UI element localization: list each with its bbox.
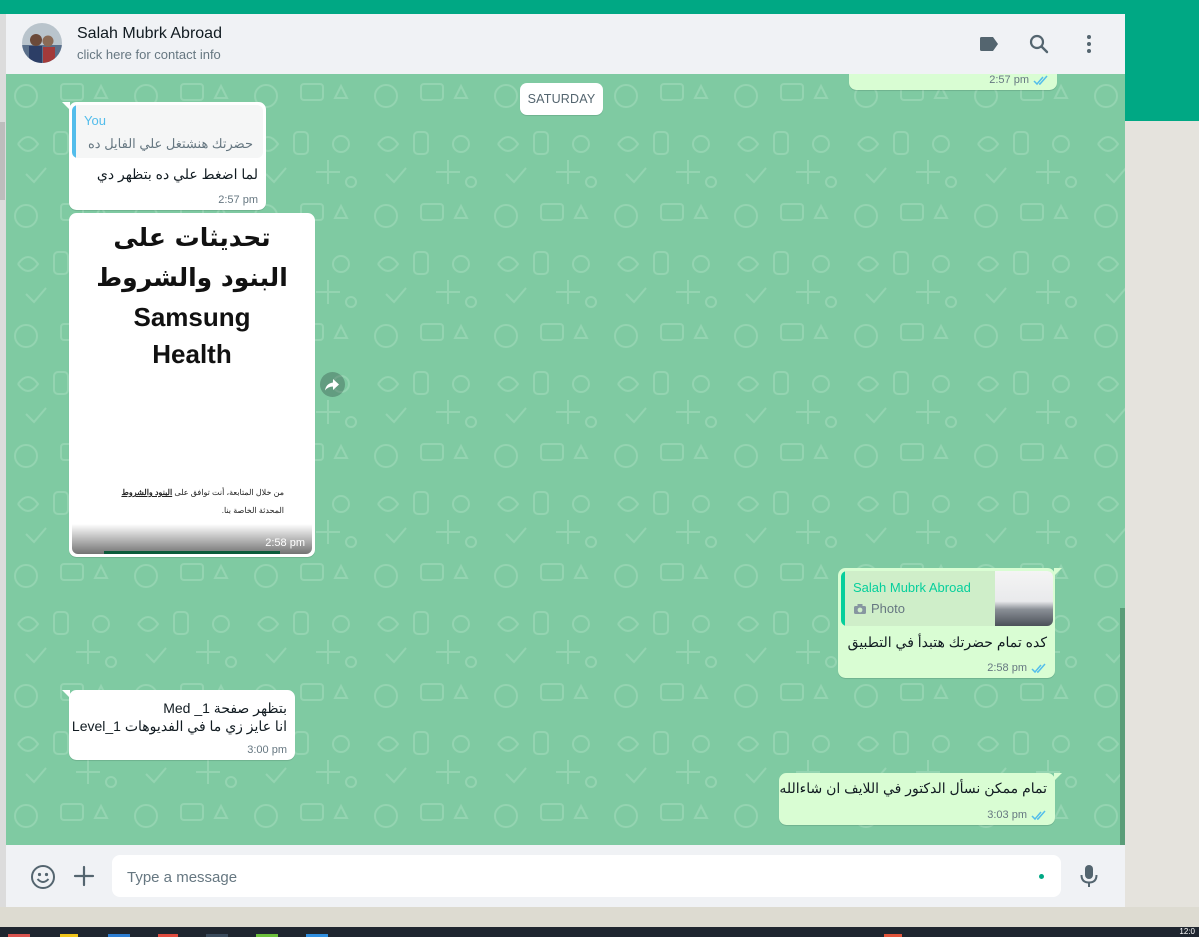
right-background-panel [1125, 121, 1199, 907]
message-outgoing-partial[interactable]: 2:57 pm [849, 74, 1057, 90]
message-meta: 2:58 pm [987, 662, 1047, 674]
message-list[interactable]: 2:57 pm SATURDAY You حضرتك هنشتغل علي ال… [6, 74, 1125, 845]
image-title-line: Samsung [133, 302, 251, 332]
status-dot [1039, 874, 1044, 879]
composer [6, 845, 1125, 907]
label-icon[interactable] [977, 32, 1001, 56]
image-small-text: المحدثة الخاصة بنا. [221, 506, 284, 515]
emoji-icon[interactable] [30, 864, 56, 890]
message-input-box[interactable] [112, 855, 1061, 899]
message-text: لما اضغط علي ده بتظهر دي [96, 166, 258, 182]
message-meta: 3:03 pm [987, 809, 1047, 821]
message-meta: 2:57 pm [989, 74, 1049, 86]
camera-icon [854, 603, 866, 614]
quoted-message[interactable]: Salah Mubrk Abroad Photo [841, 571, 1053, 626]
chat-header[interactable]: Salah Mubrk Abroad click here for contac… [6, 14, 1125, 75]
message-time: 3:00 pm [247, 744, 287, 756]
quote-author: You [84, 113, 106, 128]
forward-icon [325, 379, 339, 391]
image-title-line: Health [152, 339, 232, 369]
message-meta: 2:57 pm [218, 194, 258, 206]
scrollbar-thumb[interactable] [1120, 608, 1125, 845]
contact-info-hint[interactable]: click here for contact info [77, 47, 221, 62]
menu-icon[interactable] [1077, 32, 1101, 56]
message-text: انا عايز زي ما في الفديوهات Level_1 [71, 718, 287, 734]
quote-text: Photo [871, 601, 905, 616]
double-check-icon [1031, 810, 1046, 820]
message-input[interactable] [125, 855, 1009, 899]
image-small-text: من خلال المتابعة، أنت توافق على البنود و… [121, 488, 284, 497]
search-icon[interactable] [1027, 32, 1051, 56]
image-title-line: تحديثات على [113, 223, 271, 252]
photo-thumbnail [995, 571, 1053, 626]
os-taskbar [0, 927, 1199, 937]
taskbar-clock[interactable]: 12:0 [1179, 927, 1195, 936]
message-text: كده تمام حضرتك هتبدأ في التطبيق [847, 634, 1047, 650]
message-time: 3:03 pm [987, 809, 1027, 821]
message-time: 2:58 pm [265, 537, 305, 549]
microphone-icon[interactable] [1077, 863, 1101, 889]
message-incoming[interactable]: بتظهر صفحة 1_ Med انا عايز زي ما في الفد… [62, 690, 295, 760]
forward-button[interactable] [320, 372, 345, 397]
message-incoming-image[interactable]: تحديثات على البنود والشروط Samsung Healt… [69, 213, 315, 557]
message-meta: 3:00 pm [247, 744, 287, 756]
message-incoming-reply[interactable]: You حضرتك هنشتغل علي الفايل ده لما اضغط … [62, 102, 266, 210]
message-time: 2:57 pm [989, 74, 1029, 86]
message-time: 2:57 pm [218, 194, 258, 206]
double-check-icon [1031, 663, 1046, 673]
chat-window: Salah Mubrk Abroad click here for contac… [6, 14, 1125, 907]
message-time: 2:58 pm [987, 662, 1027, 674]
contact-name[interactable]: Salah Mubrk Abroad [77, 25, 222, 43]
quote-author: Salah Mubrk Abroad [853, 580, 971, 595]
image-attachment[interactable]: تحديثات على البنود والشروط Samsung Healt… [72, 216, 312, 554]
attach-plus-icon[interactable] [72, 864, 96, 888]
message-outgoing-reply[interactable]: Salah Mubrk Abroad Photo كده تمام حضرتك … [838, 568, 1062, 678]
message-text: تمام ممكن نسأل الدكتور في اللايف ان شاءا… [779, 780, 1047, 796]
image-title-line: البنود والشروط [96, 263, 288, 292]
quoted-message[interactable]: You حضرتك هنشتغل علي الفايل ده [72, 105, 263, 158]
avatar[interactable] [22, 23, 62, 63]
double-check-icon [1033, 75, 1048, 85]
scrollbar[interactable] [1120, 74, 1125, 845]
day-separator: SATURDAY [520, 83, 603, 115]
message-outgoing[interactable]: تمام ممكن نسأل الدكتور في اللايف ان شاءا… [779, 773, 1062, 825]
quote-text: حضرتك هنشتغل علي الفايل ده [88, 136, 253, 151]
message-text: بتظهر صفحة 1_ Med [163, 700, 287, 716]
